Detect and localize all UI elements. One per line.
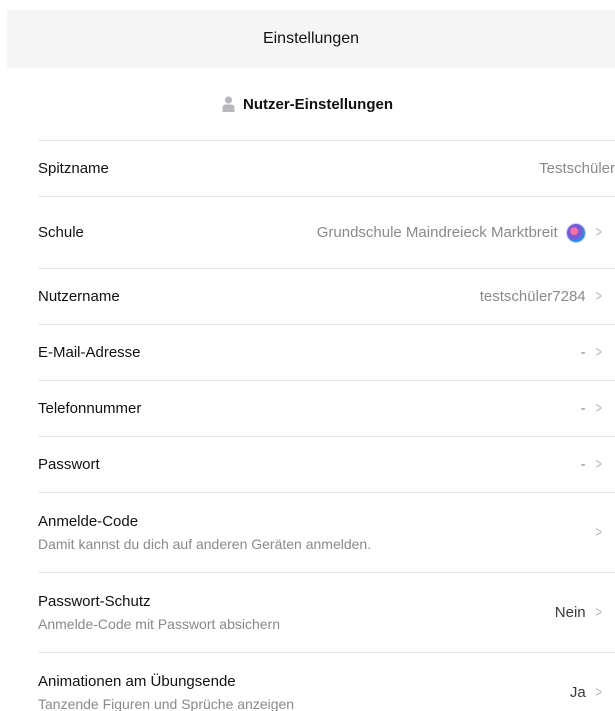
setting-row-login-code[interactable]: Anmelde-Code Damit kannst du dich auf an…: [38, 492, 615, 572]
setting-row-password-protection[interactable]: Passwort-Schutz Anmelde-Code mit Passwor…: [38, 572, 615, 652]
setting-label: Spitzname: [38, 160, 109, 177]
setting-label: Passwort: [38, 456, 100, 473]
setting-row-school[interactable]: Schule Grundschule Maindreieck Marktbrei…: [38, 196, 615, 268]
setting-row-animations[interactable]: Animationen am Übungsende Tanzende Figur…: [38, 652, 615, 711]
top-bar: Einstellungen: [7, 10, 615, 68]
chevron-right-icon: >: [595, 223, 602, 241]
setting-value: Nein: [554, 604, 586, 621]
setting-label: Telefonnummer: [38, 400, 142, 417]
setting-value: Ja: [569, 684, 586, 701]
setting-label: Schule: [38, 224, 84, 241]
setting-label: Anmelde-Code: [38, 513, 139, 530]
setting-value: -: [580, 344, 586, 361]
setting-label: Passwort-Schutz: [38, 593, 151, 610]
setting-label: Animationen am Übungsende: [38, 673, 236, 690]
chevron-right-icon: >: [595, 287, 602, 305]
section-header: Nutzer-Einstellungen: [0, 68, 615, 140]
setting-value: Testschüler: [539, 160, 615, 177]
user-icon: [222, 96, 235, 112]
page-title: Einstellungen: [262, 30, 360, 47]
setting-row-username[interactable]: Nutzername testschüler7284 >: [38, 268, 615, 324]
setting-label: E-Mail-Adresse: [38, 344, 141, 361]
setting-value: -: [580, 456, 586, 473]
school-badge-icon: [565, 222, 586, 243]
setting-description: Tanzende Figuren und Sprüche anzeigen: [38, 696, 295, 711]
setting-value: Grundschule Maindreieck Marktbreit: [316, 224, 558, 241]
section-title: Nutzer-Einstellungen: [242, 95, 393, 113]
setting-row-password[interactable]: Passwort - >: [38, 436, 615, 492]
chevron-right-icon: >: [595, 399, 602, 417]
setting-value: testschüler7284: [479, 288, 586, 305]
setting-row-email[interactable]: E-Mail-Adresse - >: [38, 324, 615, 380]
settings-list: Spitzname Testschüler Schule Grundschule…: [38, 140, 615, 711]
chevron-right-icon: >: [595, 603, 602, 621]
chevron-right-icon: >: [595, 455, 602, 473]
setting-description: Anmelde-Code mit Passwort absichern: [38, 616, 280, 632]
setting-row-nickname[interactable]: Spitzname Testschüler: [38, 140, 615, 196]
setting-description: Damit kannst du dich auf anderen Geräten…: [38, 536, 372, 552]
setting-row-phone[interactable]: Telefonnummer - >: [38, 380, 615, 436]
setting-value: -: [580, 400, 586, 417]
chevron-right-icon: >: [595, 343, 602, 361]
setting-label: Nutzername: [38, 288, 120, 305]
chevron-right-icon: >: [595, 523, 602, 541]
chevron-right-icon: >: [595, 683, 602, 701]
